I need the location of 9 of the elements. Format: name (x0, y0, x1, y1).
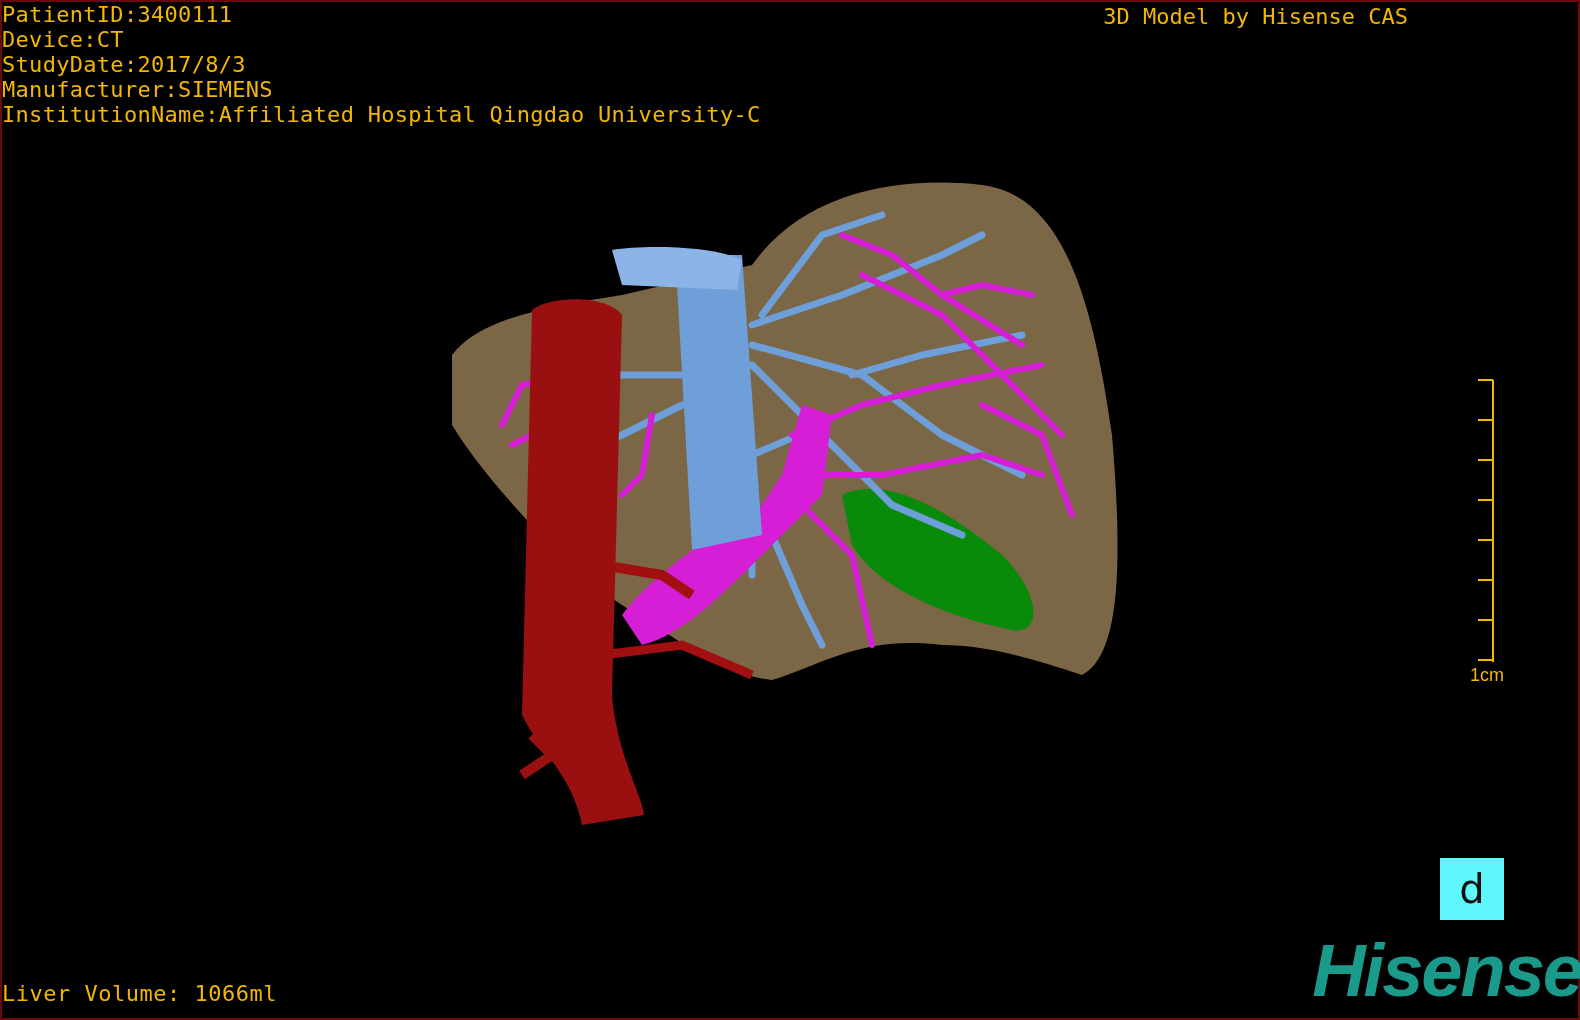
liver-volume-text: Liver Volume: 1066ml (2, 981, 277, 1006)
patient-info-text: Manufacturer:SIEMENS (2, 77, 274, 102)
view-button[interactable]: d (1440, 858, 1504, 920)
scale-label: 1cm (1470, 665, 1504, 686)
patient-info-text: StudyDate:2017/8/3 (2, 52, 247, 77)
patient-info-text: PatientID:3400111 (2, 2, 234, 27)
patient-info-text: Device:CT (2, 27, 125, 52)
patient-info-text: InstitutionName:Affiliated Hospital Qingdao University-C (2, 102, 761, 127)
model-title: 3D Model by Hisense CAS (1103, 3, 1408, 31)
